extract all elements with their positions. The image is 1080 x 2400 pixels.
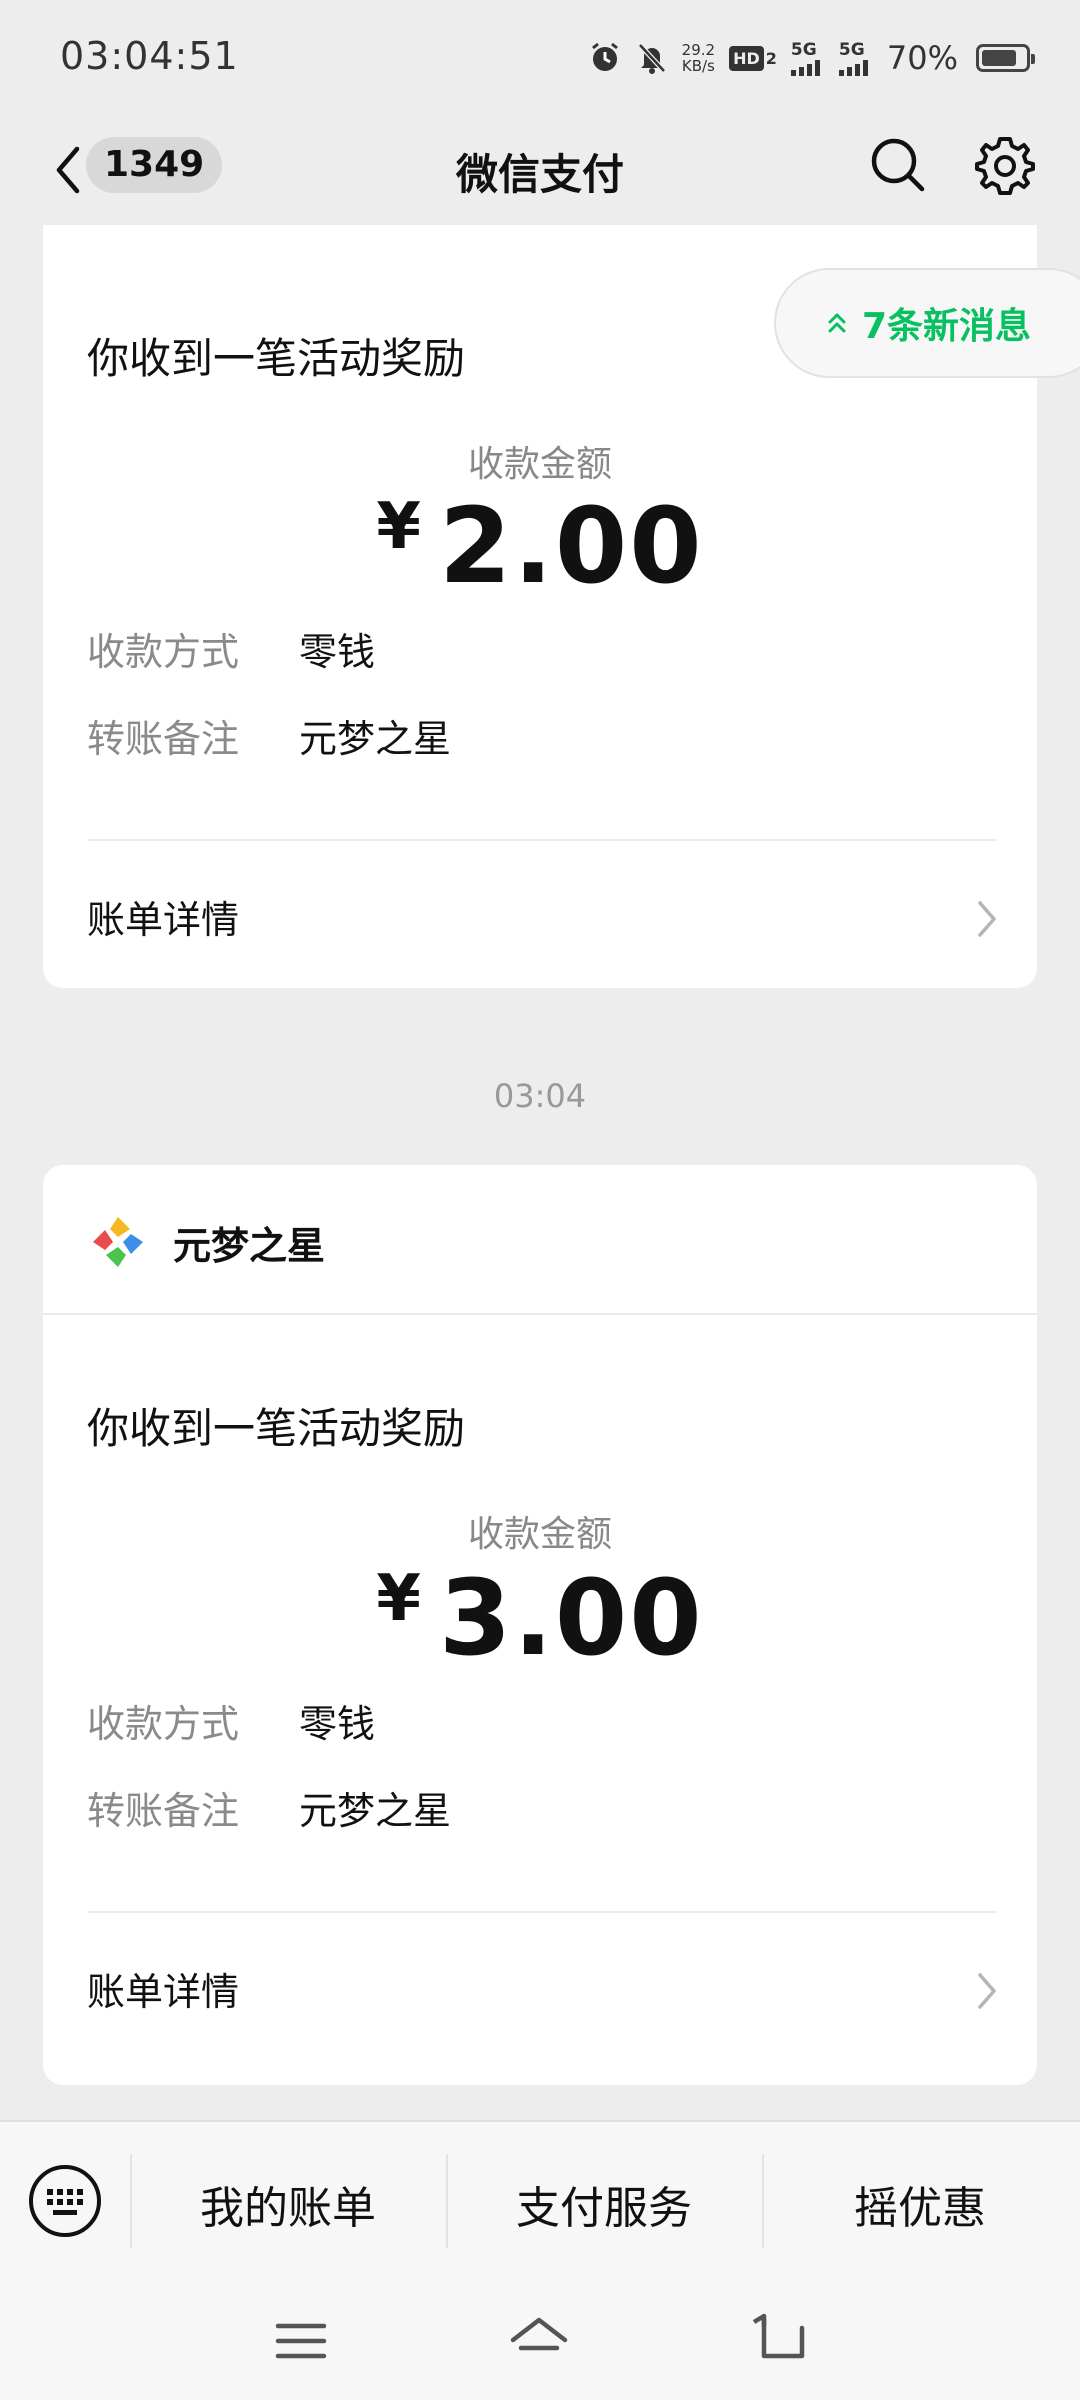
system-back-button[interactable] bbox=[750, 2310, 812, 2372]
amount-label: 收款金额 bbox=[467, 444, 612, 485]
new-messages-button[interactable]: 7条新消息 bbox=[774, 268, 1080, 378]
chevron-right-icon bbox=[978, 1973, 996, 2009]
status-bar: 03:04:51 29.2 KB/s HD 2 5G 5G 70% bbox=[0, 0, 1080, 115]
hd-voice-icon: HD 2 bbox=[729, 45, 777, 71]
home-icon bbox=[510, 2317, 568, 2351]
payment-method-key: 收款方式 bbox=[87, 630, 240, 674]
menu-my-bills[interactable]: 我的账单 bbox=[130, 2172, 446, 2236]
card-heading: 你收到一笔活动奖励 bbox=[87, 1404, 466, 1453]
alarm-icon bbox=[588, 41, 622, 75]
app-name: 元梦之星 bbox=[173, 1224, 326, 1268]
menu-lines-icon bbox=[275, 2323, 327, 2359]
return-icon bbox=[752, 2313, 805, 2359]
transfer-note-row: 转账备注 元梦之星 bbox=[87, 708, 451, 763]
chevron-left-icon bbox=[56, 146, 80, 194]
card-header[interactable]: 元梦之星 bbox=[43, 1165, 1037, 1315]
transfer-note-key: 转账备注 bbox=[87, 717, 240, 761]
bill-details-label: 账单详情 bbox=[87, 1970, 240, 2014]
gear-icon bbox=[975, 137, 1035, 195]
currency-symbol: ¥ bbox=[376, 490, 421, 564]
payment-method-value: 零钱 bbox=[299, 1702, 376, 1746]
recent-apps-button[interactable] bbox=[270, 2310, 332, 2372]
bill-details-link[interactable]: 账单详情 bbox=[43, 871, 1037, 961]
yuanmeng-star-logo-icon bbox=[93, 1217, 143, 1267]
payment-method-key: 收款方式 bbox=[87, 1702, 240, 1746]
network-speed: 29.2 KB/s bbox=[681, 41, 716, 75]
double-chevron-up-icon bbox=[828, 313, 846, 333]
transfer-note-value: 元梦之星 bbox=[299, 717, 452, 761]
card-heading: 你收到一笔活动奖励 bbox=[87, 334, 466, 383]
currency-symbol: ¥ bbox=[376, 1562, 421, 1636]
transfer-note-key: 转账备注 bbox=[87, 1789, 240, 1833]
transfer-note-row: 转账备注 元梦之星 bbox=[87, 1780, 451, 1835]
payment-method-value: 零钱 bbox=[299, 630, 376, 674]
menu-payment-services[interactable]: 支付服务 bbox=[446, 2172, 762, 2236]
payment-method-row: 收款方式 零钱 bbox=[87, 621, 375, 676]
bill-details-link[interactable]: 账单详情 bbox=[43, 1943, 1037, 2033]
amount: ¥2.00 bbox=[43, 485, 1037, 607]
status-icons: 29.2 KB/s HD 2 5G 5G 70% bbox=[588, 36, 1035, 80]
new-messages-label: 7条新消息 bbox=[862, 306, 1032, 347]
search-icon bbox=[871, 138, 925, 192]
amount: ¥3.00 bbox=[43, 1557, 1037, 1679]
signal-5g-icon-2: 5G bbox=[838, 40, 873, 76]
battery-icon bbox=[976, 44, 1035, 72]
status-time: 03:04:51 bbox=[60, 34, 239, 78]
divider bbox=[87, 839, 997, 841]
nav-bar: 1349 微信支付 bbox=[0, 115, 1080, 225]
unread-count-badge[interactable]: 1349 bbox=[86, 137, 223, 193]
keyboard-toggle-button[interactable] bbox=[26, 2162, 104, 2240]
message-timestamp: 03:04 bbox=[493, 1077, 587, 1115]
signal-5g-icon: 5G bbox=[790, 40, 825, 76]
home-button[interactable] bbox=[508, 2310, 570, 2372]
divider bbox=[87, 1911, 997, 1913]
chevron-right-icon bbox=[978, 901, 996, 937]
amount-value: 3.00 bbox=[438, 1557, 704, 1679]
mute-bell-icon bbox=[636, 41, 668, 75]
menu-shake-offers[interactable]: 摇优惠 bbox=[762, 2172, 1078, 2236]
search-button[interactable] bbox=[866, 133, 930, 197]
battery-percent: 70% bbox=[886, 39, 958, 77]
transfer-note-value: 元梦之星 bbox=[299, 1789, 452, 1833]
amount-label: 收款金额 bbox=[467, 1514, 612, 1555]
bottom-menu: 我的账单 支付服务 摇优惠 bbox=[0, 2120, 1080, 2280]
payment-method-row: 收款方式 零钱 bbox=[87, 1693, 375, 1748]
settings-button[interactable] bbox=[972, 133, 1038, 199]
payment-card[interactable]: 元梦之星 你收到一笔活动奖励 收款金额 ¥3.00 收款方式 零钱 转账备注 元梦之… bbox=[43, 1165, 1037, 2085]
system-nav-bar bbox=[0, 2280, 1080, 2400]
bill-details-label: 账单详情 bbox=[87, 898, 240, 942]
keyboard-icon bbox=[29, 2165, 101, 2237]
message-list[interactable]: 你收到一笔活动奖励 收款金额 ¥2.00 收款方式 零钱 转账备注 元梦之星 账单详… bbox=[0, 225, 1080, 2120]
amount-value: 2.00 bbox=[438, 485, 704, 607]
